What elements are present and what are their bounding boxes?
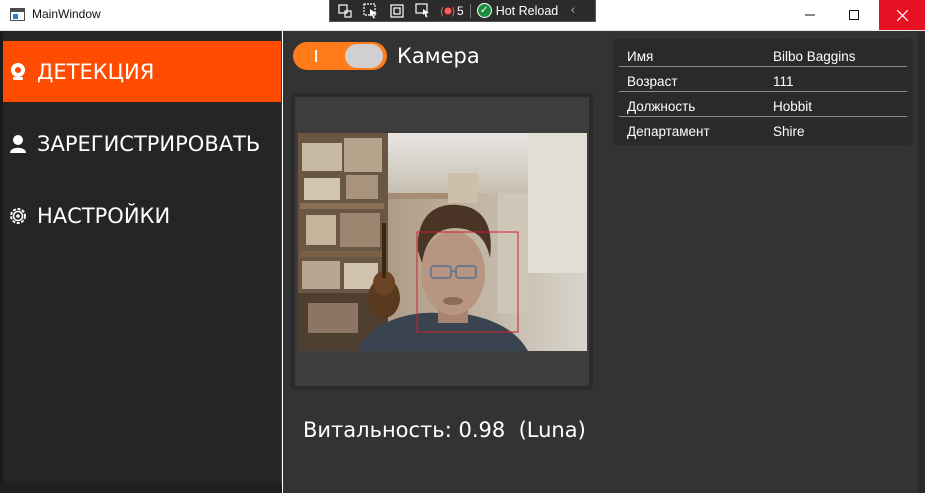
- binding-failures-count: 5: [457, 3, 464, 18]
- webcam-icon: [3, 62, 33, 82]
- row-key: Департамент: [627, 124, 710, 139]
- svg-text:(: (: [440, 5, 444, 18]
- close-button[interactable]: [879, 0, 925, 30]
- window-icon: [10, 8, 25, 21]
- toggle-on-indicator: [315, 50, 317, 62]
- sidebar-item-label: НАСТРОЙКИ: [37, 203, 171, 228]
- camera-toggle[interactable]: [293, 42, 387, 70]
- vitality-readout: Витальность: 0.98 (Luna): [303, 418, 586, 442]
- window-right-edge: [918, 31, 925, 493]
- row-key: Возраст: [627, 74, 678, 89]
- vitality-source: (Luna): [518, 418, 586, 442]
- collapse-toolbar-chevron-icon[interactable]: ‹: [570, 3, 575, 18]
- sidebar-item-label: ЗАРЕГИСТРИРОВАТЬ: [37, 131, 261, 156]
- toolbar-divider: [469, 3, 471, 18]
- row-value: Hobbit: [773, 99, 813, 114]
- maximize-button[interactable]: [831, 0, 877, 30]
- table-row: Должность Hobbit: [619, 93, 907, 117]
- camera-feed-image: [298, 133, 587, 351]
- track-focused-element-icon[interactable]: [412, 1, 434, 21]
- minimize-button[interactable]: [787, 0, 833, 30]
- window-title: MainWindow: [32, 7, 101, 21]
- sidebar-item-label: ДЕТЕКЦИЯ: [37, 59, 155, 84]
- select-element-icon[interactable]: [360, 1, 382, 21]
- hot-reload-check-icon: ✓: [476, 3, 492, 18]
- xaml-debug-toolbar: () 5 ✓ Hot Reload ‹: [329, 0, 596, 22]
- table-row: Возраст 111: [619, 68, 907, 92]
- table-row: Департамент Shire: [619, 118, 907, 142]
- display-layout-adorners-icon[interactable]: [386, 1, 408, 21]
- row-value: Bilbo Baggins: [773, 49, 856, 64]
- camera-label: Камера: [397, 44, 480, 68]
- vitality-value: 0.98: [458, 418, 506, 442]
- sidebar-footer: [0, 483, 282, 493]
- toggle-knob: [345, 44, 383, 68]
- row-key: Должность: [627, 99, 696, 114]
- sidebar-item-register[interactable]: ЗАРЕГИСТРИРОВАТЬ: [3, 113, 281, 174]
- gear-icon: [3, 206, 33, 226]
- user-icon: [3, 134, 33, 154]
- row-value: 111: [773, 74, 794, 89]
- sidebar-item-settings[interactable]: НАСТРОЙКИ: [3, 185, 281, 246]
- person-info-table: Имя Bilbo Baggins Возраст 111 Должность …: [613, 39, 913, 145]
- vitality-label: Витальность:: [303, 418, 452, 442]
- row-key: Имя: [627, 49, 654, 64]
- table-row: Имя Bilbo Baggins: [619, 43, 907, 67]
- row-value: Shire: [773, 124, 805, 139]
- svg-text:): ): [451, 5, 455, 18]
- hot-reload-label[interactable]: Hot Reload: [496, 4, 559, 18]
- binding-failures-icon[interactable]: () 5: [440, 1, 464, 21]
- sidebar-item-detection[interactable]: ДЕТЕКЦИЯ: [3, 41, 281, 102]
- live-visual-tree-icon[interactable]: [334, 1, 356, 21]
